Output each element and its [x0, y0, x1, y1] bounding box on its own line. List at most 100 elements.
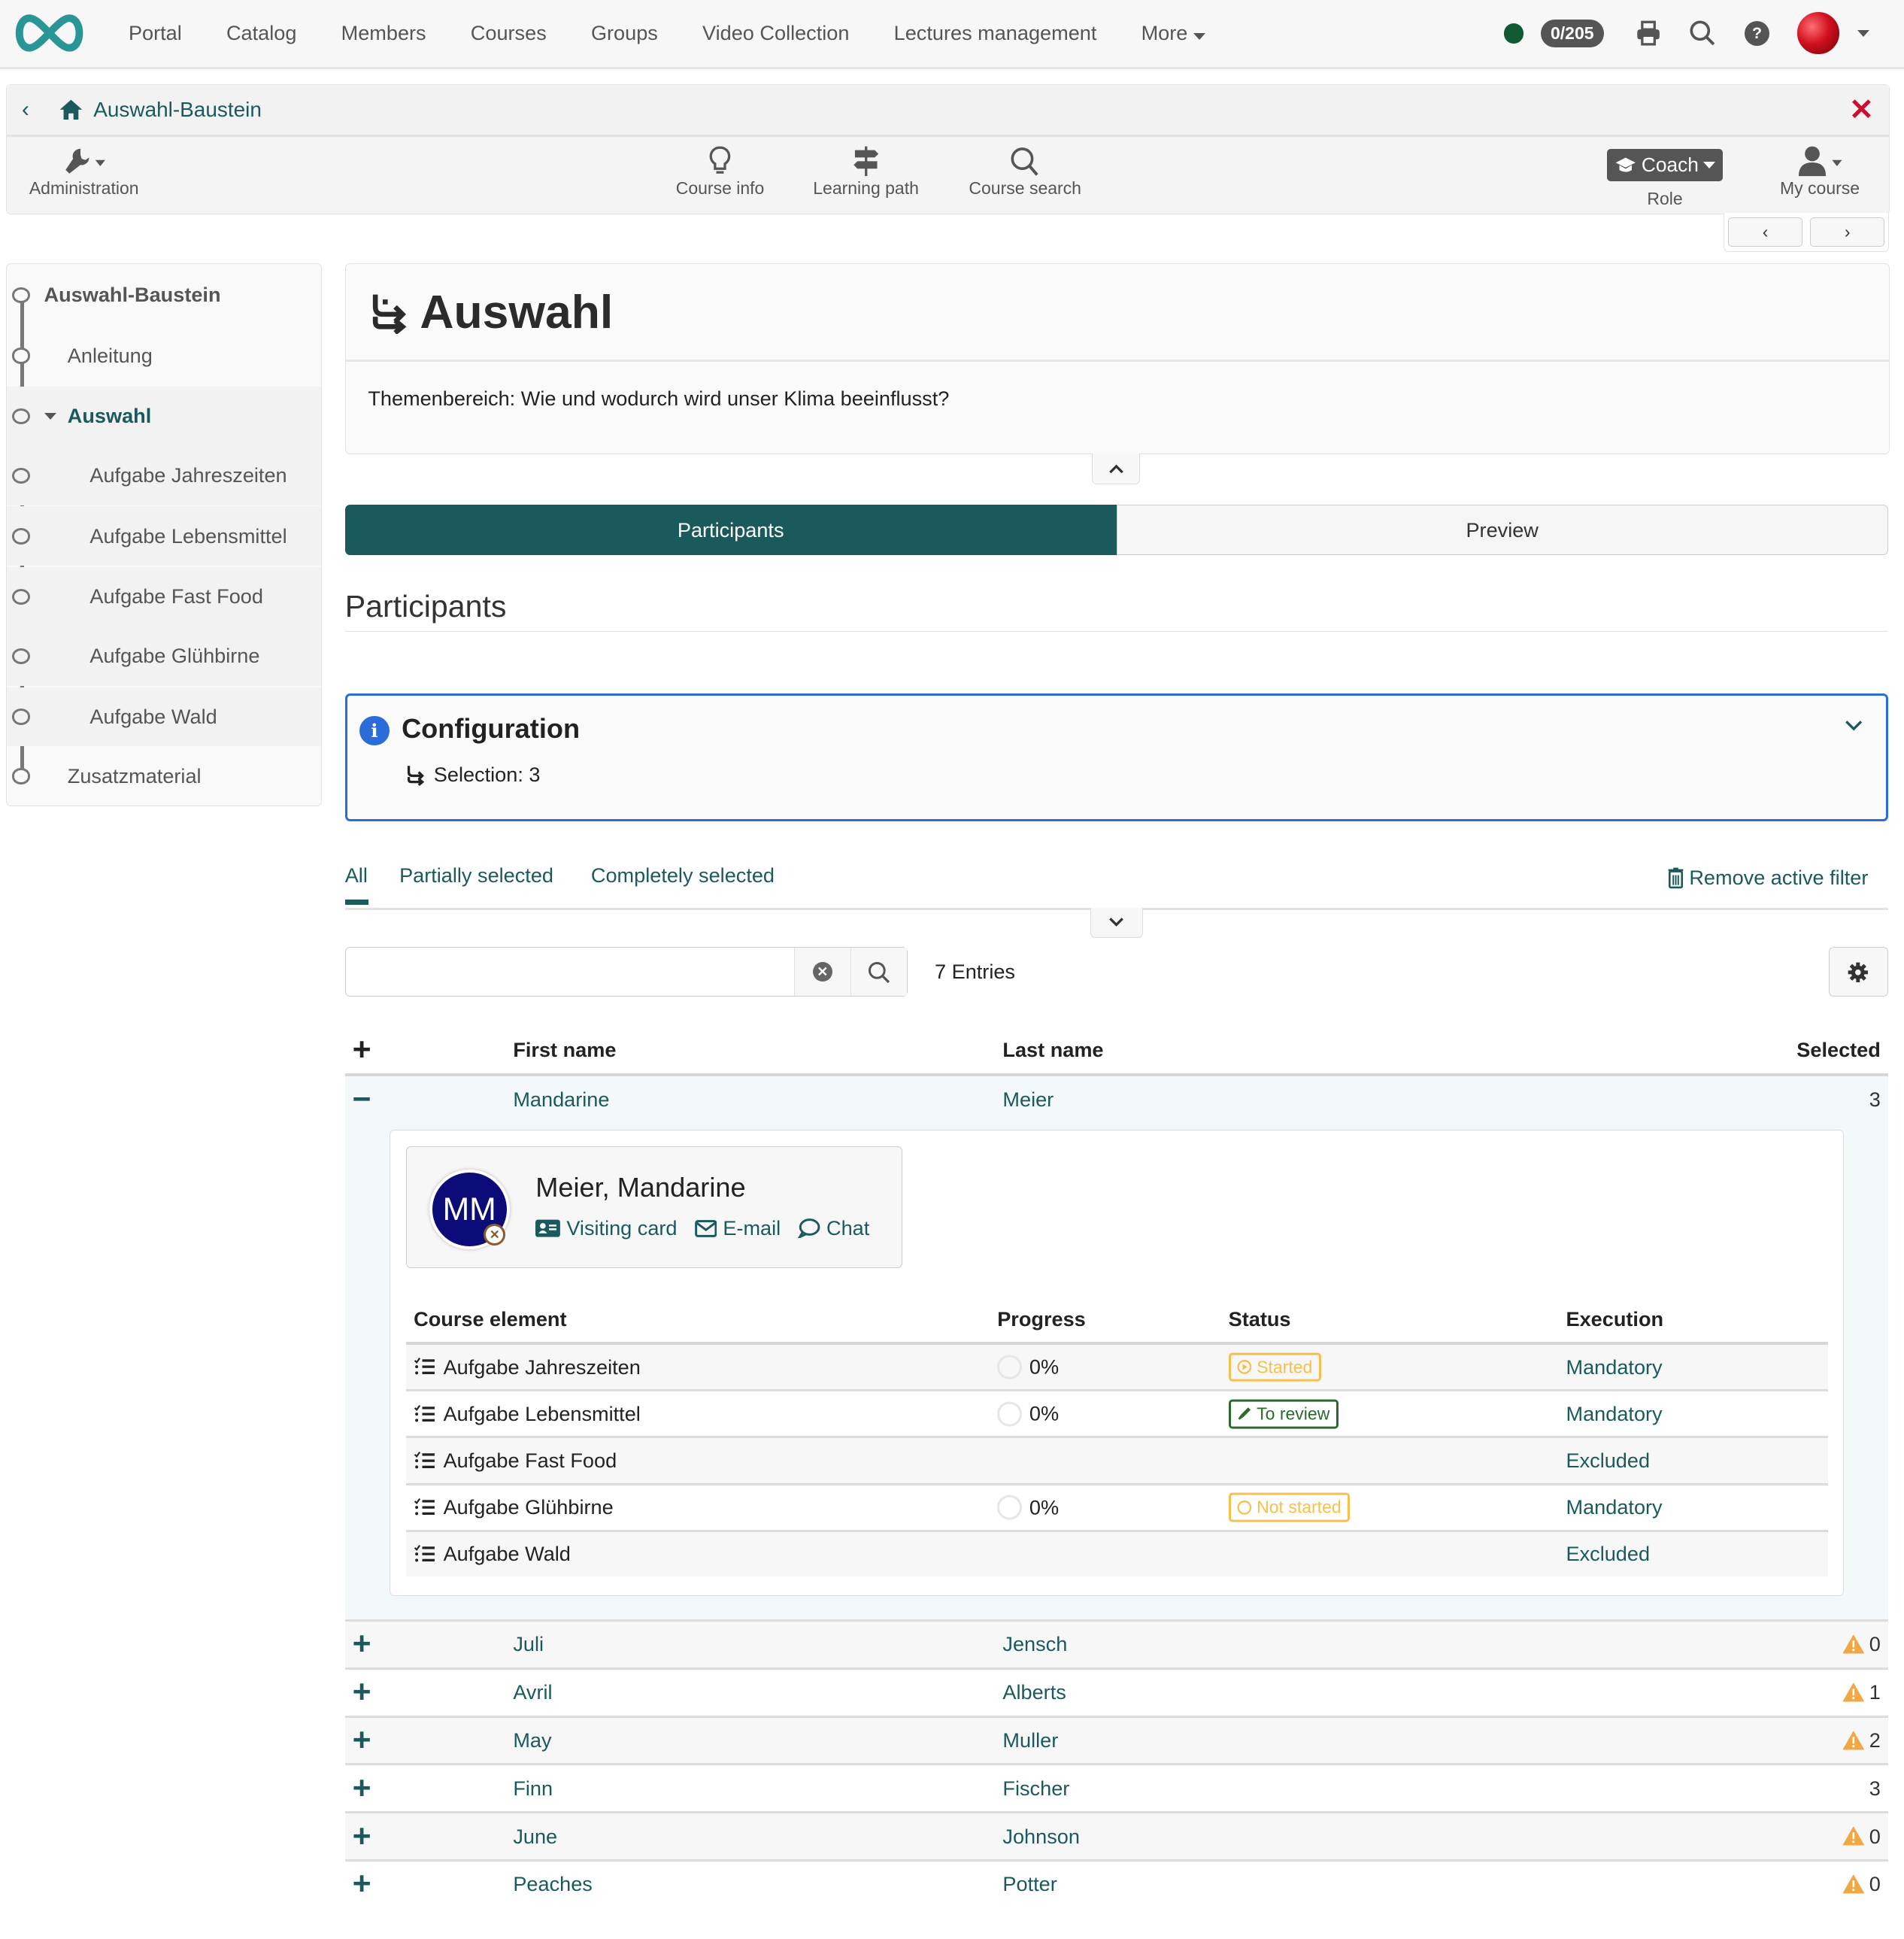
first-name[interactable]: June — [513, 1825, 557, 1849]
course-search-button[interactable]: Course search — [969, 144, 1081, 199]
first-name[interactable]: Mandarine — [513, 1088, 609, 1112]
execution-value: Excluded — [1566, 1542, 1651, 1566]
course-info-label: Course info — [675, 178, 765, 199]
expand-row-button[interactable]: + — [353, 1628, 371, 1661]
execution-value: Excluded — [1566, 1448, 1651, 1472]
menu-item-aufgabe-lebensmittel[interactable]: Aufgabe Lebensmittel — [7, 506, 321, 566]
header-selected[interactable]: Selected — [1796, 1038, 1881, 1062]
status-cell: Started — [1228, 1352, 1321, 1382]
home-icon[interactable] — [59, 99, 83, 121]
online-status-icon[interactable] — [1503, 23, 1524, 44]
menu-item-zusatzmaterial[interactable]: Zusatzmaterial — [7, 746, 321, 806]
menu-item-aufgabe-wald[interactable]: Aufgabe Wald — [7, 687, 321, 747]
chevron-down-icon[interactable] — [1844, 713, 1863, 736]
print-icon[interactable] — [1633, 19, 1663, 48]
next-node-button[interactable]: › — [1810, 217, 1885, 247]
menu-item-anleitung[interactable]: Anleitung — [7, 326, 321, 385]
header-course-element: Course element — [414, 1307, 567, 1331]
previous-node-button[interactable]: ‹ — [1727, 217, 1803, 247]
last-name[interactable]: Jensch — [1002, 1632, 1067, 1656]
header-last-name[interactable]: Last name — [1002, 1038, 1103, 1062]
infinity-logo[interactable] — [10, 12, 89, 54]
nav-more[interactable]: More — [1141, 21, 1205, 45]
first-name[interactable]: Peaches — [513, 1872, 593, 1896]
filter-tab-partially-selected[interactable]: Partially selected — [399, 863, 553, 888]
first-name[interactable]: May — [513, 1728, 551, 1752]
role-switch-button[interactable]: Coach Role — [1606, 144, 1724, 208]
notification-counter[interactable]: 0/205 — [1540, 19, 1604, 47]
page: Portal Catalog Members Courses Groups Vi… — [0, 0, 1904, 1939]
expand-row-button[interactable]: + — [353, 1820, 371, 1853]
first-name[interactable]: Finn — [513, 1777, 553, 1801]
nav-catalog[interactable]: Catalog — [226, 21, 296, 45]
node-circle-icon — [11, 768, 31, 784]
tab-preview[interactable]: Preview — [1116, 504, 1888, 556]
nav-portal[interactable]: Portal — [129, 21, 182, 45]
search-button[interactable] — [850, 948, 907, 997]
expand-row-button[interactable]: + — [353, 1772, 371, 1804]
selected-count: 0 — [1869, 1872, 1881, 1896]
filter-tab-completely-selected[interactable]: Completely selected — [591, 863, 775, 888]
nav-members[interactable]: Members — [341, 21, 426, 45]
menu-item-aufgabe-jahreszeiten[interactable]: Aufgabe Jahreszeiten — [7, 445, 321, 505]
visiting-card-label: Visiting card — [566, 1216, 678, 1240]
help-icon[interactable]: ? — [1742, 19, 1772, 48]
participants-table: + First name Last name Selected − Mandar… — [344, 1027, 1888, 1907]
expand-row-button[interactable]: + — [353, 1676, 371, 1709]
search-icon[interactable] — [1687, 19, 1717, 48]
course-title[interactable]: Auswahl-Baustein — [93, 98, 262, 122]
expand-filters-button[interactable] — [1090, 907, 1143, 939]
nav-video-collection[interactable]: Video Collection — [702, 21, 849, 45]
last-name[interactable]: Potter — [1002, 1872, 1057, 1896]
clear-search-button[interactable]: ✕ — [793, 948, 850, 997]
my-course-button[interactable]: My course — [1780, 144, 1860, 199]
last-name[interactable]: Meier — [1002, 1088, 1054, 1112]
last-name[interactable]: Johnson — [1002, 1825, 1080, 1849]
course-menu: Auswahl-Baustein Anleitung Auswahl Aufga… — [6, 263, 322, 807]
header-first-name[interactable]: First name — [513, 1038, 616, 1062]
last-name[interactable]: Alberts — [1002, 1680, 1066, 1704]
user-menu-caret-icon[interactable] — [1857, 29, 1870, 38]
expand-row-button[interactable]: + — [353, 1724, 371, 1757]
back-chevron-icon[interactable]: ‹ — [22, 97, 44, 123]
first-name[interactable]: Avril — [513, 1680, 552, 1704]
role-dropdown[interactable]: Coach — [1606, 148, 1724, 181]
chevron-down-icon — [1109, 918, 1124, 927]
last-name[interactable]: Fischer — [1002, 1777, 1069, 1801]
user-avatar[interactable] — [1796, 11, 1841, 56]
menu-item-aufgabe-fast-food[interactable]: Aufgabe Fast Food — [7, 567, 321, 627]
chat-link[interactable]: Chat — [798, 1216, 869, 1240]
filter-tab-all[interactable]: All — [344, 863, 368, 905]
menu-item-auswahl[interactable]: Auswahl — [7, 386, 321, 446]
expand-all-button[interactable]: + — [353, 1031, 371, 1068]
administration-button[interactable]: Administration — [29, 144, 139, 199]
learning-path-button[interactable]: Learning path — [813, 144, 919, 199]
nav-lectures-management[interactable]: Lectures management — [894, 21, 1097, 45]
warning-icon — [1842, 1634, 1864, 1654]
nav-groups[interactable]: Groups — [591, 21, 658, 45]
email-link[interactable]: E-mail — [694, 1216, 781, 1240]
last-name[interactable]: Muller — [1002, 1728, 1058, 1752]
expand-caret-icon[interactable] — [44, 412, 56, 420]
warning-icon — [1842, 1827, 1864, 1846]
first-name[interactable]: Juli — [513, 1632, 544, 1656]
tab-participants[interactable]: Participants — [344, 504, 1117, 556]
search-input[interactable] — [345, 948, 794, 997]
learning-path-label: Learning path — [813, 178, 919, 199]
collapse-row-button[interactable]: − — [353, 1083, 371, 1115]
lightbulb-icon — [708, 144, 732, 178]
nav-courses[interactable]: Courses — [471, 21, 547, 45]
course-element-name: Aufgabe Lebensmittel — [443, 1401, 641, 1425]
menu-item-auswahl-baustein[interactable]: Auswahl-Baustein — [7, 266, 321, 325]
progress-ring — [997, 1401, 1023, 1427]
remove-active-filter-button[interactable]: Remove active filter — [1667, 866, 1868, 890]
close-course-icon[interactable]: ✕ — [1849, 93, 1874, 127]
expand-row-button[interactable]: + — [353, 1868, 371, 1901]
menu-item-aufgabe-gluehbirne[interactable]: Aufgabe Glühbirne — [7, 626, 321, 686]
task-list-icon — [414, 1545, 435, 1562]
collapse-header-button[interactable] — [1091, 454, 1141, 484]
course-info-button[interactable]: Course info — [675, 144, 765, 199]
table-settings-button[interactable] — [1828, 947, 1888, 997]
visiting-card-link[interactable]: Visiting card — [535, 1216, 678, 1240]
email-label: E-mail — [723, 1216, 781, 1240]
